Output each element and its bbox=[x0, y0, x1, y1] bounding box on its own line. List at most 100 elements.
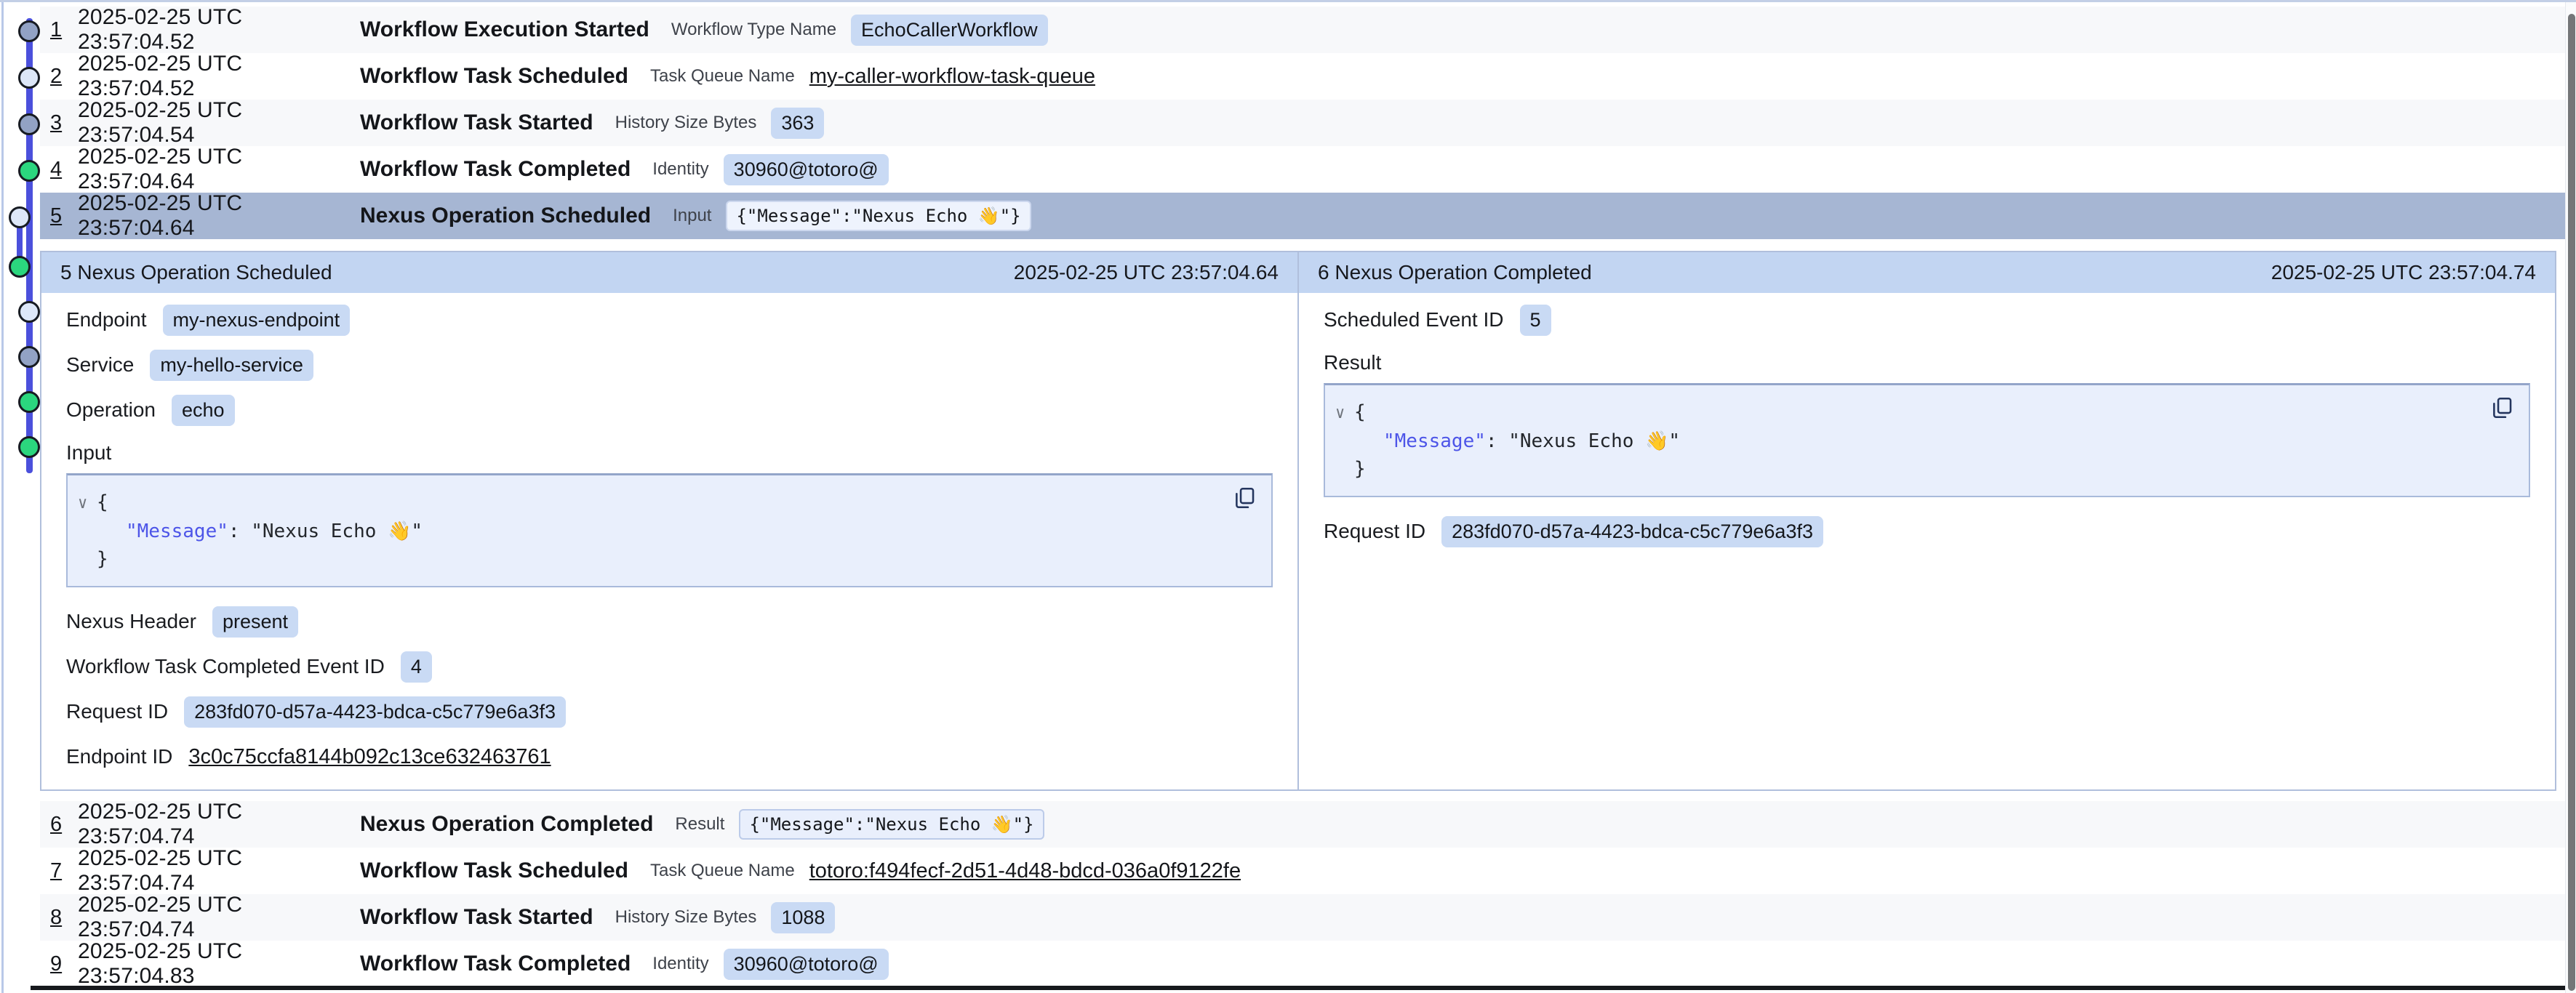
event-attr-value-code: {"Message":"Nexus Echo 👋"} bbox=[726, 201, 1031, 231]
event-attr-value-badge: 363 bbox=[771, 108, 824, 139]
history-event-row[interactable]: 52025-02-25 UTC 23:57:04.64Nexus Operati… bbox=[40, 193, 2567, 239]
event-attr-label: History Size Bytes bbox=[615, 907, 757, 928]
event-attr-value-code: {"Message":"Nexus Echo 👋"} bbox=[739, 809, 1044, 840]
panel-header[interactable]: 5 Nexus Operation Scheduled 2025-02-25 U… bbox=[41, 252, 1297, 293]
event-attr-label: Task Queue Name bbox=[650, 66, 795, 87]
detail-field: Request ID283fd070-d57a-4423-bdca-c5c779… bbox=[1324, 509, 2530, 554]
event-timestamp: 2025-02-25 UTC 23:57:04.74 bbox=[78, 893, 360, 942]
field-label: Endpoint ID bbox=[66, 745, 172, 768]
json-code-block: ∨{"Message": "Nexus Echo 👋"} bbox=[1324, 383, 2530, 497]
timeline-dot-event-1[interactable] bbox=[18, 20, 40, 42]
history-event-row[interactable]: 92025-02-25 UTC 23:57:04.83Workflow Task… bbox=[40, 941, 2567, 987]
panel-nexus-operation-scheduled: 5 Nexus Operation Scheduled 2025-02-25 U… bbox=[41, 252, 1297, 789]
timeline-dot-event-2[interactable] bbox=[18, 67, 40, 89]
field-value-badge: echo bbox=[172, 395, 235, 426]
event-attr-value-link[interactable]: my-caller-workflow-task-queue bbox=[809, 65, 1095, 89]
event-timestamp: 2025-02-25 UTC 23:57:04.83 bbox=[78, 939, 360, 989]
json-open-brace: { bbox=[1354, 401, 1366, 423]
json-line-open: ∨{ bbox=[78, 489, 1249, 518]
field-label: Endpoint bbox=[66, 308, 147, 331]
event-name: Workflow Task Scheduled bbox=[360, 64, 628, 89]
history-event-row[interactable]: 62025-02-25 UTC 23:57:04.74Nexus Operati… bbox=[40, 801, 2567, 848]
event-rows-top: 12025-02-25 UTC 23:57:04.52Workflow Exec… bbox=[40, 7, 2567, 239]
event-rows-bottom: 62025-02-25 UTC 23:57:04.74Nexus Operati… bbox=[40, 801, 2567, 987]
event-id-link[interactable]: 6 bbox=[50, 813, 78, 837]
timeline-dot-event-7[interactable] bbox=[18, 301, 40, 323]
left-accent-line bbox=[1, 2, 4, 993]
event-timestamp: 2025-02-25 UTC 23:57:04.74 bbox=[78, 800, 360, 849]
detail-field: Request ID283fd070-d57a-4423-bdca-c5c779… bbox=[66, 689, 1273, 734]
timeline-dot-event-5[interactable] bbox=[9, 206, 31, 228]
event-attr-label: Input bbox=[673, 206, 711, 226]
field-value-link[interactable]: 3c0c75ccfa8144b092c13ce632463761 bbox=[188, 745, 551, 769]
event-name: Nexus Operation Scheduled bbox=[360, 204, 651, 228]
timeline-dot-event-10[interactable] bbox=[18, 436, 40, 458]
chevron-down-icon[interactable]: ∨ bbox=[78, 490, 97, 518]
field-label: Scheduled Event ID bbox=[1324, 308, 1504, 331]
json-value: "Nexus Echo 👋" bbox=[1508, 430, 1680, 452]
event-id-link[interactable]: 5 bbox=[50, 204, 78, 228]
event-id-link[interactable]: 9 bbox=[50, 952, 78, 976]
panel-timestamp: 2025-02-25 UTC 23:57:04.74 bbox=[2271, 261, 2536, 284]
timeline-dot-event-8[interactable] bbox=[18, 346, 40, 368]
timeline-dot-event-3[interactable] bbox=[18, 113, 40, 135]
event-attr-value-badge: EchoCallerWorkflow bbox=[851, 15, 1048, 46]
copy-button[interactable] bbox=[2489, 395, 2514, 420]
json-key: "Message" bbox=[1383, 430, 1486, 452]
field-label: Nexus Header bbox=[66, 610, 196, 633]
copy-icon bbox=[2489, 395, 2514, 420]
timeline-dot-event-6[interactable] bbox=[9, 256, 31, 278]
history-event-row[interactable]: 72025-02-25 UTC 23:57:04.74Workflow Task… bbox=[40, 848, 2567, 894]
copy-button[interactable] bbox=[1232, 486, 1257, 510]
panel-header[interactable]: 6 Nexus Operation Completed 2025-02-25 U… bbox=[1299, 252, 2555, 293]
event-id-link[interactable]: 3 bbox=[50, 111, 78, 135]
field-value-badge: 283fd070-d57a-4423-bdca-c5c779e6a3f3 bbox=[184, 696, 566, 728]
event-id-link[interactable]: 8 bbox=[50, 906, 78, 930]
timeline-dot-event-4[interactable] bbox=[18, 160, 40, 182]
json-code-block: ∨{"Message": "Nexus Echo 👋"} bbox=[66, 473, 1273, 587]
event-attr-value-badge: 1088 bbox=[771, 902, 835, 933]
scrollbar-track[interactable] bbox=[2565, 2, 2576, 993]
event-detail-panels: 5 Nexus Operation Scheduled 2025-02-25 U… bbox=[40, 251, 2556, 791]
field-value-badge: my-hello-service bbox=[150, 350, 313, 381]
field-value-badge: my-nexus-endpoint bbox=[163, 305, 351, 336]
scrollbar-thumb[interactable] bbox=[2568, 14, 2575, 991]
json-colon: : bbox=[228, 520, 251, 542]
event-attr-label: Workflow Type Name bbox=[671, 20, 836, 40]
detail-field: Nexus Headerpresent bbox=[66, 599, 1273, 644]
event-timestamp: 2025-02-25 UTC 23:57:04.52 bbox=[78, 52, 360, 101]
event-attr-label: Task Queue Name bbox=[650, 861, 795, 881]
event-id-link[interactable]: 2 bbox=[50, 65, 78, 89]
panel-body: Endpoint my-nexus-endpoint Service my-hello… bbox=[41, 293, 1297, 789]
history-event-row[interactable]: 12025-02-25 UTC 23:57:04.52Workflow Exec… bbox=[40, 7, 2567, 53]
event-id-link[interactable]: 7 bbox=[50, 859, 78, 883]
event-attr-value-link[interactable]: totoro:f494fecf-2d51-4d48-bdcd-036a0f912… bbox=[809, 859, 1241, 883]
history-content: 12025-02-25 UTC 23:57:04.52Workflow Exec… bbox=[40, 7, 2567, 987]
workflow-history-view: 12025-02-25 UTC 23:57:04.52Workflow Exec… bbox=[0, 0, 2576, 993]
event-id-link[interactable]: 1 bbox=[50, 18, 78, 42]
field-label: Service bbox=[66, 353, 134, 377]
chevron-down-icon[interactable]: ∨ bbox=[1335, 400, 1354, 427]
event-attr-label: Identity bbox=[652, 954, 708, 974]
json-line-message: "Message": "Nexus Echo 👋" bbox=[78, 518, 1249, 545]
event-name: Workflow Task Completed bbox=[360, 952, 631, 976]
event-id-link[interactable]: 4 bbox=[50, 158, 78, 182]
field-value-badge: 5 bbox=[1520, 305, 1551, 336]
json-line-close: } bbox=[1335, 455, 2507, 483]
event-name: Workflow Execution Started bbox=[360, 17, 649, 42]
panel-body: Scheduled Event ID5Result∨{"Message": "N… bbox=[1299, 293, 2555, 564]
history-event-row[interactable]: 32025-02-25 UTC 23:57:04.54Workflow Task… bbox=[40, 100, 2567, 146]
timeline-dot-event-9[interactable] bbox=[18, 391, 40, 413]
panel-title: 5 Nexus Operation Scheduled bbox=[60, 261, 332, 284]
detail-field: Scheduled Event ID 5 bbox=[1324, 297, 2530, 342]
event-attr-value-badge: 30960@totoro@ bbox=[724, 154, 889, 185]
panel-nexus-operation-completed: 6 Nexus Operation Completed 2025-02-25 U… bbox=[1297, 252, 2555, 789]
event-attr-value-badge: 30960@totoro@ bbox=[724, 949, 889, 980]
panel-title: 6 Nexus Operation Completed bbox=[1318, 261, 1592, 284]
event-name: Workflow Task Started bbox=[360, 905, 593, 930]
history-event-row[interactable]: 22025-02-25 UTC 23:57:04.52Workflow Task… bbox=[40, 53, 2567, 100]
history-event-row[interactable]: 42025-02-25 UTC 23:57:04.64Workflow Task… bbox=[40, 146, 2567, 193]
event-name: Workflow Task Completed bbox=[360, 157, 631, 182]
history-event-row[interactable]: 82025-02-25 UTC 23:57:04.74Workflow Task… bbox=[40, 894, 2567, 941]
json-code-block-wrap: ∨{"Message": "Nexus Echo 👋"} bbox=[66, 473, 1273, 587]
